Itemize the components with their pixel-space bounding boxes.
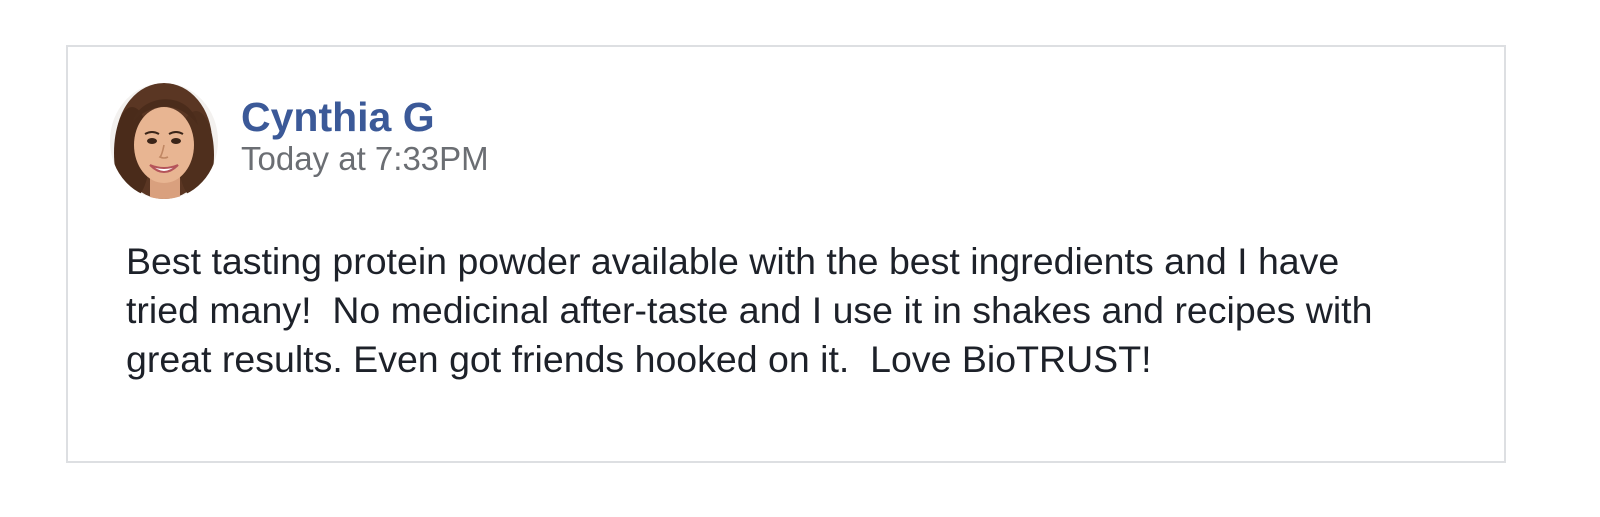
review-text-line: great results. Even got friends hooked o… (126, 338, 1152, 380)
avatar[interactable] (110, 83, 218, 199)
post-timestamp[interactable]: Today at 7:33PM (241, 140, 489, 178)
review-text: Best tasting protein powder available wi… (126, 237, 1486, 384)
review-text-line: Best tasting protein powder available wi… (126, 240, 1340, 282)
avatar-photo-icon (110, 83, 218, 199)
review-text-line: tried many! No medicinal after-taste and… (126, 289, 1373, 331)
author-name[interactable]: Cynthia G (241, 94, 435, 140)
review-card: Cynthia G Today at 7:33PM Best tasting p… (66, 45, 1506, 463)
